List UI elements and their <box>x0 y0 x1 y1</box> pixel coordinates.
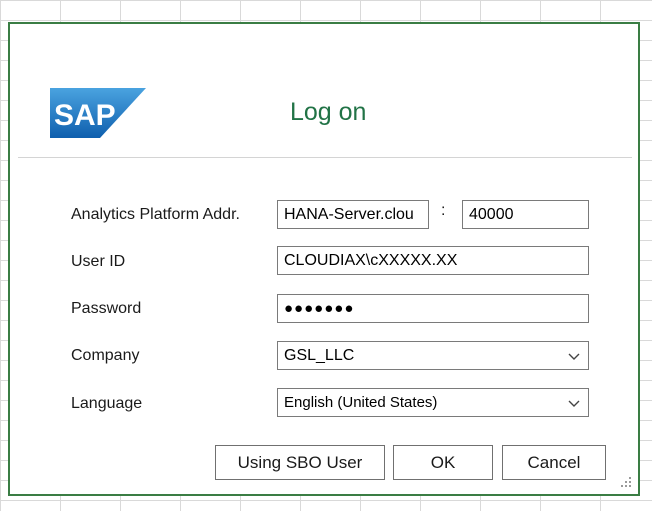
user-id-label: User ID <box>71 253 126 270</box>
port-input[interactable]: 40000 <box>462 200 589 229</box>
dialog-title: Log on <box>290 98 367 126</box>
address-separator: : <box>441 202 446 219</box>
password-label: Password <box>71 300 142 317</box>
company-select[interactable]: GSL_LLC <box>277 341 589 370</box>
language-value: English (United States) <box>284 394 438 411</box>
chevron-down-icon[interactable] <box>568 398 580 408</box>
sap-logo: SAP <box>50 88 146 138</box>
address-label: Analytics Platform Addr. <box>71 206 240 223</box>
sap-logo-text: SAP <box>54 99 116 132</box>
resize-grip-icon[interactable] <box>620 476 632 488</box>
language-select[interactable]: English (United States) <box>277 388 589 417</box>
company-label: Company <box>71 347 140 364</box>
language-label: Language <box>71 395 143 412</box>
using-sbo-user-button[interactable]: Using SBO User <box>215 445 385 480</box>
header-divider <box>18 157 632 158</box>
ok-button[interactable]: OK <box>393 445 493 480</box>
host-input[interactable]: HANA-Server.clou <box>277 200 429 229</box>
password-mask: ●●●●●●● <box>284 300 355 317</box>
user-id-input[interactable]: CLOUDIAX\cXXXXX.XX <box>277 246 589 275</box>
chevron-down-icon[interactable] <box>568 351 580 361</box>
company-value: GSL_LLC <box>284 347 355 364</box>
cancel-button[interactable]: Cancel <box>502 445 606 480</box>
logon-dialog: SAP Log on Analytics Platform Addr. HANA… <box>8 22 640 496</box>
password-input[interactable]: ●●●●●●● <box>277 294 589 323</box>
